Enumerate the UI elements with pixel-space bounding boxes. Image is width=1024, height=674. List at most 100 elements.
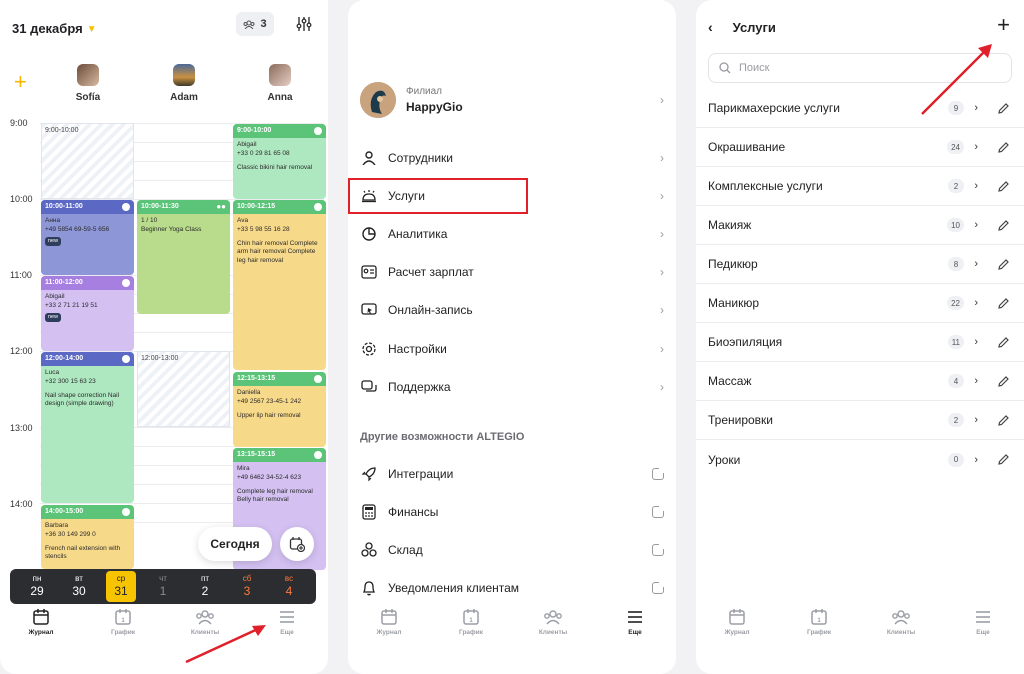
chevron-right-icon: › bbox=[660, 342, 664, 356]
staff-column-header[interactable]: Sofía bbox=[48, 64, 128, 103]
chevron-down-icon[interactable]: ▼ bbox=[87, 24, 97, 35]
service-category-row[interactable]: Массаж 4 › bbox=[696, 362, 1024, 401]
edit-pencil-icon[interactable] bbox=[997, 141, 1010, 154]
info-icon bbox=[314, 375, 322, 383]
menu-item-staff[interactable]: Сотрудники › bbox=[360, 143, 664, 173]
today-button[interactable]: Сегодня bbox=[198, 527, 272, 561]
menu-item-settings[interactable]: Настройки › bbox=[360, 334, 664, 364]
tab-label: Журнал bbox=[724, 629, 750, 636]
service-category-row[interactable]: Биоэпиляция 11 › bbox=[696, 323, 1024, 362]
service-category-row[interactable]: Комплексные услуги 2 › bbox=[696, 167, 1024, 206]
back-arrow-icon[interactable]: ‹ bbox=[708, 19, 713, 35]
edit-pencil-icon[interactable] bbox=[997, 219, 1010, 232]
chevron-right-icon: › bbox=[660, 303, 664, 317]
menu-item-finance[interactable]: Финансы bbox=[360, 497, 665, 527]
menu-item-warehouse[interactable]: Склад bbox=[360, 535, 665, 565]
tab-clients[interactable]: Клиенты bbox=[523, 606, 583, 646]
tab-clients[interactable]: Клиенты bbox=[175, 606, 235, 646]
edit-pencil-icon[interactable] bbox=[997, 414, 1010, 427]
tab-label: Еще bbox=[628, 629, 642, 636]
appointment-card[interactable]: 11:00-12:00 Abigail +33 2 71 21 19 51 ne… bbox=[41, 276, 134, 351]
chevron-right-icon: › bbox=[974, 336, 978, 348]
blocked-slot[interactable]: 12:00-13:00 bbox=[137, 351, 230, 427]
group-icon bbox=[243, 20, 255, 29]
staff-row: + Sofía Adam Anna bbox=[0, 64, 328, 108]
filter-sliders-icon bbox=[296, 17, 312, 31]
tab-more[interactable]: Еще bbox=[257, 606, 317, 646]
tab-journal[interactable]: Журнал bbox=[707, 606, 767, 646]
calendar-add-button[interactable] bbox=[280, 527, 314, 561]
menu-item-payroll[interactable]: Расчет зарплат › bbox=[360, 257, 664, 287]
blocked-slot[interactable]: 9:00-10:00 bbox=[41, 123, 134, 199]
tab-schedule[interactable]: 1 График bbox=[441, 606, 501, 646]
day-cell[interactable]: чт 1 bbox=[148, 571, 178, 602]
appointment-card[interactable]: 10:00-12:15 Ava +33 5 98 55 16 28 Chin h… bbox=[233, 200, 326, 370]
category-name: Уроки bbox=[708, 452, 741, 467]
edit-pencil-icon[interactable] bbox=[997, 102, 1010, 115]
tab-label: Еще bbox=[280, 629, 294, 636]
edit-pencil-icon[interactable] bbox=[997, 375, 1010, 388]
time-label: 14:00 bbox=[10, 499, 33, 509]
menu-item-analytics[interactable]: Аналитика › bbox=[360, 219, 664, 249]
service-category-row[interactable]: Парикмахерские услуги 9 › bbox=[696, 89, 1024, 128]
menu-item-support[interactable]: Поддержка › bbox=[360, 372, 664, 402]
service-name: Upper lip hair removal bbox=[237, 411, 301, 419]
group-badge[interactable]: 3 bbox=[236, 12, 274, 36]
avatar bbox=[77, 64, 99, 86]
menu-item-integrations[interactable]: Интеграции bbox=[360, 459, 665, 489]
clock-icon bbox=[314, 127, 322, 135]
schedule-icon: 1 bbox=[811, 609, 827, 625]
add-service-button[interactable]: + bbox=[997, 14, 1010, 36]
day-cell[interactable]: пт 2 bbox=[190, 571, 220, 602]
date-title[interactable]: 31 декабря bbox=[12, 21, 83, 36]
service-category-row[interactable]: Уроки 0 › bbox=[696, 440, 1024, 479]
menu-item-client-notifications[interactable]: Уведомления клиентам bbox=[360, 573, 665, 603]
service-category-row[interactable]: Окрашивание 24 › bbox=[696, 128, 1024, 167]
tab-journal[interactable]: Журнал bbox=[359, 606, 419, 646]
calculator-icon bbox=[360, 503, 378, 521]
external-link-icon bbox=[652, 543, 665, 556]
appointment-card[interactable]: 12:15-13:15 Daniella +49 2567 23-45-1 24… bbox=[233, 372, 326, 447]
edit-pencil-icon[interactable] bbox=[997, 297, 1010, 310]
blocked-slot-time: 9:00-10:00 bbox=[45, 127, 79, 134]
edit-pencil-icon[interactable] bbox=[997, 180, 1010, 193]
appointment-card[interactable]: 9:00-10:00 Abigail +33 0 29 81 65 08 Cla… bbox=[233, 124, 326, 199]
edit-pencil-icon[interactable] bbox=[997, 258, 1010, 271]
edit-pencil-icon[interactable] bbox=[997, 453, 1010, 466]
tab-schedule[interactable]: 1 График bbox=[789, 606, 849, 646]
appointment-card[interactable]: 14:00-15:00 Barbara +36 30 149 299 0 Fre… bbox=[41, 505, 134, 569]
day-cell[interactable]: вс 4 bbox=[274, 571, 304, 602]
day-name: ср bbox=[116, 574, 126, 583]
branch-selector[interactable]: Филиал HappyGio › bbox=[360, 80, 664, 120]
tab-more[interactable]: Еще bbox=[605, 606, 665, 646]
category-name: Маникюр bbox=[708, 296, 760, 310]
tab-label: Журнал bbox=[376, 629, 402, 636]
day-cell[interactable]: пн 29 bbox=[22, 571, 52, 602]
add-icon[interactable]: + bbox=[14, 71, 27, 93]
appointment-card[interactable]: 10:00-11:00 Анна +49 5854 69-59-5 656 ne… bbox=[41, 200, 134, 275]
menu-item-label: Финансы bbox=[388, 505, 439, 519]
day-cell[interactable]: вт 30 bbox=[64, 571, 94, 602]
day-cell[interactable]: сб 3 bbox=[232, 571, 262, 602]
chevron-right-icon: › bbox=[660, 265, 664, 279]
group-event-card[interactable]: 10:00-11:30 ●● 1 / 10 Beginner Yoga Class bbox=[137, 200, 230, 314]
tab-schedule[interactable]: 1 График bbox=[93, 606, 153, 646]
service-category-row[interactable]: Тренировки 2 › bbox=[696, 401, 1024, 440]
edit-pencil-icon[interactable] bbox=[997, 336, 1010, 349]
time-label: 11:00 bbox=[10, 270, 32, 280]
staff-column-header[interactable]: Adam bbox=[144, 64, 224, 103]
filter-button[interactable] bbox=[292, 12, 316, 36]
service-category-row[interactable]: Педикюр 8 › bbox=[696, 245, 1024, 284]
tab-more[interactable]: Еще bbox=[953, 606, 1013, 646]
tab-journal[interactable]: Журнал bbox=[11, 606, 71, 646]
appointment-card[interactable]: 12:00-14:00 Luca +32 300 15 63 23 Nail s… bbox=[41, 352, 134, 503]
tab-clients[interactable]: Клиенты bbox=[871, 606, 931, 646]
menu-item-online-booking[interactable]: Онлайн-запись › bbox=[360, 295, 664, 325]
chat-icon bbox=[360, 378, 378, 396]
service-category-row[interactable]: Маникюр 22 › bbox=[696, 284, 1024, 323]
day-name: пн bbox=[32, 574, 42, 583]
service-category-row[interactable]: Макияж 10 › bbox=[696, 206, 1024, 245]
staff-column-header[interactable]: Anna bbox=[240, 64, 320, 103]
day-cell-selected[interactable]: ср 31 bbox=[106, 571, 136, 602]
search-input[interactable]: Поиск bbox=[708, 53, 1012, 83]
